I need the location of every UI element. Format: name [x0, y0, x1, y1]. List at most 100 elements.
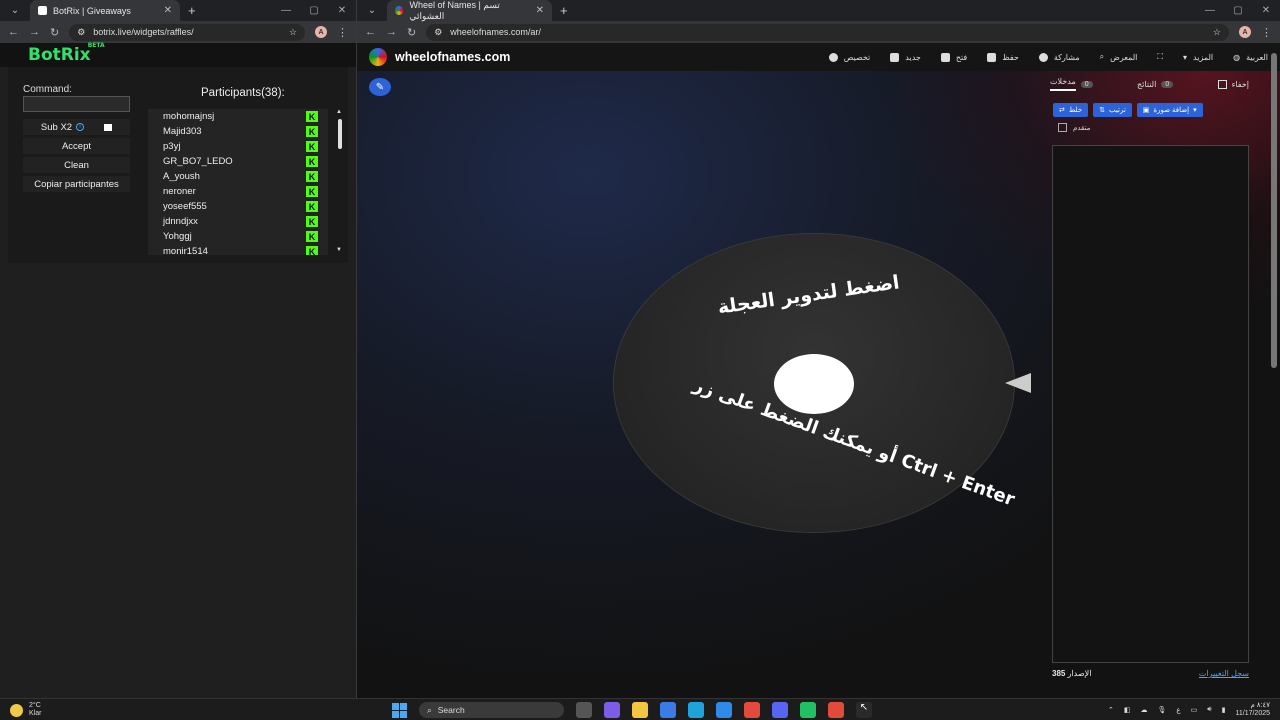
participants-list[interactable]: mohomajnsj K Majid303 Kp3yj K GR_BO7_LEDO K A_y…: [148, 109, 328, 255]
minimize-icon[interactable]: —: [272, 5, 300, 16]
clean-button[interactable]: Clean: [23, 157, 130, 173]
whatsapp-icon[interactable]: [800, 702, 816, 718]
bookmark-star-icon[interactable]: ☆: [289, 27, 297, 38]
store-icon[interactable]: [660, 702, 676, 718]
weather-widget[interactable]: 2°C Klar: [10, 702, 41, 718]
tray-app-icon[interactable]: ◧: [1124, 706, 1131, 714]
url-field[interactable]: ⚙ botrix.live/widgets/raffles/ ☆: [69, 23, 305, 41]
site-info-icon[interactable]: ⚙: [434, 27, 442, 38]
menu-save[interactable]: حفظ: [987, 52, 1019, 62]
profile-avatar[interactable]: A: [1239, 26, 1251, 38]
tab-botrix[interactable]: BotRix | Giveaways ✕: [30, 0, 180, 21]
file-explorer-icon[interactable]: [632, 702, 648, 718]
site-info-icon[interactable]: ⚙: [77, 27, 85, 38]
edge-icon[interactable]: [688, 702, 704, 718]
discord-icon[interactable]: [772, 702, 788, 718]
tab-search-icon[interactable]: ⌄: [6, 3, 24, 19]
changelog-link[interactable]: سجل التغييرات: [1199, 669, 1249, 678]
scroll-up-icon[interactable]: ▲: [336, 109, 342, 115]
sub-x2-checkbox[interactable]: [104, 123, 113, 131]
volume-icon[interactable]: 🔊︎: [1207, 706, 1211, 714]
accept-button[interactable]: Accept: [23, 138, 130, 154]
new-tab-button[interactable]: +: [188, 3, 196, 18]
scroll-down-icon[interactable]: ▼: [336, 247, 342, 253]
chevron-up-icon[interactable]: ⌃: [1108, 706, 1114, 714]
edit-pencil-button[interactable]: ✎: [369, 78, 391, 96]
url-field[interactable]: ⚙ wheelofnames.com/ar/ ☆: [426, 23, 1229, 41]
participant-row[interactable]: mohomajnsj K: [148, 109, 328, 124]
menu-gallery[interactable]: ⌕ المعرض: [1100, 52, 1138, 62]
back-icon[interactable]: ←: [365, 26, 376, 38]
minimize-icon[interactable]: —: [1196, 5, 1224, 16]
chrome-profile-icon[interactable]: [828, 702, 844, 718]
battery-icon[interactable]: ▮: [1222, 706, 1226, 714]
advanced-toggle[interactable]: متقدم: [1042, 123, 1257, 132]
menu-kebab-icon[interactable]: ⋮: [1261, 26, 1272, 39]
participant-row[interactable]: jdnndjxx K: [148, 214, 328, 229]
info-icon[interactable]: i: [76, 123, 85, 131]
advanced-checkbox[interactable]: [1058, 123, 1067, 132]
copy-participants-button[interactable]: Copiar participantes: [23, 176, 130, 192]
participant-row[interactable]: p3yj K: [148, 139, 328, 154]
bookmark-star-icon[interactable]: ☆: [1213, 27, 1221, 38]
close-tab-icon[interactable]: ✕: [536, 5, 544, 16]
close-window-icon[interactable]: ✕: [328, 5, 356, 16]
display-icon[interactable]: ▭: [1191, 706, 1198, 714]
entries-textarea[interactable]: [1052, 145, 1249, 663]
close-window-icon[interactable]: ✕: [1252, 5, 1280, 16]
tab-entries[interactable]: مدخلات 0: [1050, 77, 1093, 91]
chrome-icon[interactable]: [744, 702, 760, 718]
maximize-icon[interactable]: ▢: [1224, 5, 1252, 16]
add-image-button[interactable]: ▣ إضافة صورة ▾: [1136, 103, 1203, 117]
sub-x2-option[interactable]: Sub X2 i: [23, 119, 130, 135]
mail-icon[interactable]: [716, 702, 732, 718]
menu-customize[interactable]: تخصيص: [828, 52, 870, 62]
reload-icon[interactable]: ↻: [407, 26, 416, 39]
language-indicator[interactable]: ع: [1176, 706, 1180, 714]
copilot-icon[interactable]: [604, 702, 620, 718]
forward-icon[interactable]: →: [29, 26, 40, 38]
fullscreen-button[interactable]: ⛶: [1157, 52, 1163, 62]
tab-results[interactable]: النتائج 0: [1137, 80, 1174, 89]
wheel-logo-icon[interactable]: [369, 48, 387, 66]
profile-avatar[interactable]: A: [315, 26, 327, 38]
botrix-logo[interactable]: BotRix BETA: [28, 42, 105, 65]
reload-icon[interactable]: ↻: [50, 26, 59, 39]
participant-row[interactable]: yoseef555 K: [148, 199, 328, 214]
command-input[interactable]: [23, 96, 130, 112]
close-tab-icon[interactable]: ✕: [164, 5, 172, 16]
sort-button[interactable]: ⇅ ترتيب: [1093, 103, 1132, 117]
menu-kebab-icon[interactable]: ⋮: [337, 26, 348, 39]
maximize-icon[interactable]: ▢: [300, 5, 328, 16]
page-scrollbar[interactable]: [1271, 53, 1277, 368]
participant-row[interactable]: monir1514 K: [148, 244, 328, 255]
spin-wheel[interactable]: اضغط لتدوير العجلة أو يمكنك الضغط على زر…: [614, 234, 1017, 532]
participant-row[interactable]: Yohggj K: [148, 229, 328, 244]
cursor-app-icon[interactable]: ↖: [856, 702, 872, 718]
start-windows-icon[interactable]: [392, 702, 407, 718]
participant-row[interactable]: Majid303 K: [148, 124, 328, 139]
tab-search-icon[interactable]: ⌄: [363, 3, 381, 19]
tab-wheel-of-names[interactable]: Wheel of Names | تسم العشوائي ✕: [387, 0, 552, 21]
wheel-center[interactable]: [774, 354, 854, 414]
menu-more[interactable]: ▾ المزيد: [1183, 53, 1213, 62]
new-tab-button[interactable]: +: [560, 3, 568, 18]
participant-row[interactable]: neroner K: [148, 184, 328, 199]
scroll-thumb[interactable]: [338, 119, 342, 149]
participants-scrollbar[interactable]: ▲ ▼: [336, 109, 344, 255]
hide-checkbox[interactable]: [1217, 79, 1227, 89]
participant-row[interactable]: GR_BO7_LEDO K: [148, 154, 328, 169]
site-name[interactable]: wheelofnames.com: [395, 50, 510, 64]
shuffle-button[interactable]: ⇄ خلط: [1053, 103, 1089, 117]
menu-new[interactable]: جديد: [890, 52, 921, 62]
menu-language[interactable]: ◍ العربية: [1233, 53, 1268, 62]
menu-share[interactable]: مشاركة: [1038, 52, 1080, 62]
cloud-icon[interactable]: ☁: [1141, 706, 1148, 714]
taskbar-search[interactable]: ⌕ Search: [419, 702, 564, 718]
task-view-icon[interactable]: [576, 702, 592, 718]
back-icon[interactable]: ←: [8, 26, 19, 38]
hide-toggle[interactable]: إخفاء: [1217, 79, 1249, 89]
forward-icon[interactable]: →: [386, 26, 397, 38]
menu-open[interactable]: فتح: [940, 52, 967, 62]
clock[interactable]: ٨:٤٧ م 11/17/2025: [1235, 702, 1270, 718]
